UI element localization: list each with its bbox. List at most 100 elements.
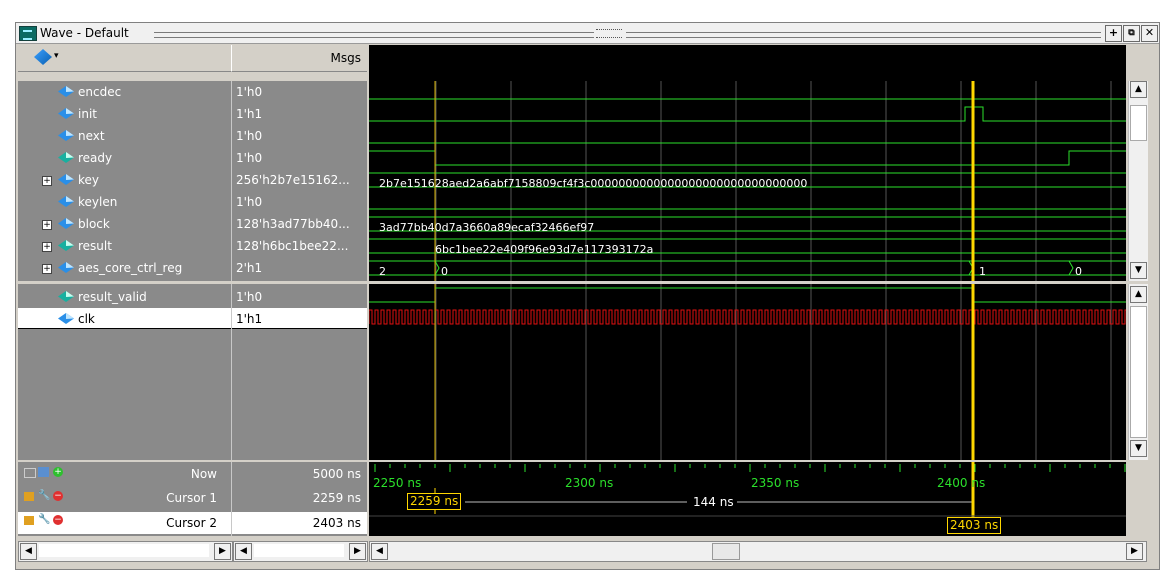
maximize-pane-icon[interactable]: + xyxy=(1105,25,1122,42)
bus-value-result: 6bc1bee22e409f96e93d7e117393172a xyxy=(435,243,654,256)
expand-icon[interactable]: + xyxy=(42,242,52,252)
waveform-canvas-lower[interactable] xyxy=(369,284,1126,460)
signal-value: 128'h6bc1bee22... xyxy=(236,239,349,253)
wave-window: Wave - Default + ⧉ ✕ ▾ Msgs encdec init … xyxy=(15,22,1160,570)
signal-value: 256'h2b7e15162... xyxy=(236,173,350,187)
drag-grip-right[interactable] xyxy=(626,32,1101,38)
ruler-canvas xyxy=(369,462,1126,518)
scroll-right-icon[interactable]: ▶ xyxy=(214,543,231,560)
scroll-thumb[interactable] xyxy=(712,543,740,560)
value-horizontal-scrollbar[interactable]: ◀ ▶ xyxy=(233,541,368,562)
bus-value-ctrl-c: 1 xyxy=(979,265,986,278)
signal-row-keylen[interactable]: keylen xyxy=(18,191,231,213)
signal-row-encdec[interactable]: encdec xyxy=(18,81,231,103)
scroll-thumb[interactable] xyxy=(1130,105,1147,141)
expand-icon[interactable]: + xyxy=(42,176,52,186)
scroll-up-icon[interactable]: ▲ xyxy=(1130,81,1147,98)
chevron-down-icon[interactable]: ▾ xyxy=(54,51,59,61)
signal-row-aes-core-ctrl-reg[interactable]: + aes_core_ctrl_reg xyxy=(18,257,231,279)
cursor1-label[interactable]: Cursor 1 xyxy=(166,491,217,505)
wrench-icon[interactable]: 🔧 xyxy=(38,515,50,525)
cursor1-value: 2259 ns xyxy=(312,491,361,505)
ruler-tick-label: 2400 ns xyxy=(937,476,986,490)
scroll-left-icon[interactable]: ◀ xyxy=(235,543,252,560)
close-icon[interactable]: ✕ xyxy=(1141,25,1158,42)
signal-diamond-icon xyxy=(58,262,74,273)
ruler-spacer xyxy=(1128,462,1147,536)
signal-row-ready[interactable]: ready xyxy=(18,147,231,169)
scroll-track[interactable] xyxy=(39,544,209,557)
waveform-pane-upper[interactable]: 2b7e151628aed2a6abf7158809cf4f3c00000000… xyxy=(369,81,1126,281)
cursor2-value: 2403 ns xyxy=(312,516,361,530)
lock-icon[interactable] xyxy=(24,492,34,501)
scroll-up-icon[interactable]: ▲ xyxy=(1130,286,1147,303)
bus-value-block: 3ad77bb40d7a3660a89ecaf32466ef97 xyxy=(379,221,595,234)
scroll-right-icon[interactable]: ▶ xyxy=(1126,543,1143,560)
ruler-tick-label: 2350 ns xyxy=(751,476,800,490)
scroll-track[interactable] xyxy=(254,544,344,557)
signal-diamond-icon xyxy=(58,130,74,141)
signal-diamond-icon xyxy=(58,108,74,119)
wave-icon[interactable] xyxy=(24,468,36,478)
signal-output-icon xyxy=(58,152,74,163)
time-ruler-pane[interactable]: 2250 ns 2300 ns 2350 ns 2400 ns 144 ns 2… xyxy=(369,462,1126,536)
drag-grip[interactable] xyxy=(154,32,594,38)
name-horizontal-scrollbar[interactable]: ◀ ▶ xyxy=(18,541,233,562)
signal-row-key[interactable]: + key xyxy=(18,169,231,191)
bus-value-key: 2b7e151628aed2a6abf7158809cf4f3c00000000… xyxy=(379,177,808,190)
signal-row-init[interactable]: init xyxy=(18,103,231,125)
scroll-right-icon[interactable]: ▶ xyxy=(349,543,366,560)
grid-icon[interactable] xyxy=(38,467,49,477)
signal-list-upper: encdec init next ready + key keylen + bl… xyxy=(18,81,231,281)
upper-vertical-scrollbar[interactable]: ▲ ▼ xyxy=(1128,81,1148,281)
wave-horizontal-scrollbar[interactable]: ◀ ▶ xyxy=(369,541,1147,562)
cursor1-tag[interactable]: 2259 ns xyxy=(407,493,462,510)
scroll-down-icon[interactable]: ▼ xyxy=(1130,262,1147,279)
name-header: ▾ xyxy=(18,45,231,72)
wrench-icon[interactable]: 🔧 xyxy=(38,491,50,501)
signal-row-result-valid[interactable]: result_valid xyxy=(18,286,231,308)
signal-value: 128'h3ad77bb40... xyxy=(236,217,350,231)
signal-tool-icon[interactable] xyxy=(34,49,52,65)
now-icons: + xyxy=(24,466,68,480)
undock-icon[interactable]: ⧉ xyxy=(1123,25,1140,42)
expand-icon[interactable]: + xyxy=(42,264,52,274)
signal-value: 1'h0 xyxy=(236,195,263,209)
scroll-left-icon[interactable]: ◀ xyxy=(371,543,388,560)
ruler-tick-label: 2300 ns xyxy=(565,476,614,490)
remove-cursor-icon[interactable]: − xyxy=(53,515,63,525)
signal-row-clk[interactable]: clk xyxy=(18,308,231,329)
cursor-names-pane: + Now 🔧 − Cursor 1 🔧 − Cursor 2 xyxy=(18,462,231,536)
drag-handle-icon[interactable] xyxy=(596,29,622,38)
value-list-lower: 1'h0 1'h1 xyxy=(231,284,367,460)
lower-vertical-scrollbar[interactable]: ▲ ▼ xyxy=(1128,284,1148,460)
cursor2-tag[interactable]: 2403 ns xyxy=(947,517,1002,534)
lock-icon[interactable] xyxy=(24,516,34,525)
signal-row-result[interactable]: + result xyxy=(18,235,231,257)
remove-cursor-icon[interactable]: − xyxy=(53,491,63,501)
wave-header xyxy=(369,45,1126,83)
signal-row-block[interactable]: + block xyxy=(18,213,231,235)
waveform-pane-lower[interactable] xyxy=(369,284,1126,460)
bus-value-ctrl-a: 2 xyxy=(379,265,386,278)
signal-diamond-icon xyxy=(58,174,74,185)
value-list-upper: 1'h0 1'h1 1'h0 1'h0 256'h2b7e15162... 1'… xyxy=(231,81,367,281)
bus-value-ctrl-d: 0 xyxy=(1075,265,1082,278)
scroll-left-icon[interactable]: ◀ xyxy=(20,543,37,560)
cursor1-icons: 🔧 − xyxy=(24,490,68,504)
wave-window-icon xyxy=(19,26,37,41)
add-cursor-icon[interactable]: + xyxy=(53,467,63,477)
scroll-down-icon[interactable]: ▼ xyxy=(1130,440,1147,457)
cursor-values-pane: 5000 ns 2259 ns 2403 ns xyxy=(231,462,367,536)
title-bar[interactable]: Wave - Default + ⧉ ✕ xyxy=(16,23,1159,44)
scroll-thumb[interactable] xyxy=(1130,306,1147,438)
ruler-tick-label: 2250 ns xyxy=(373,476,422,490)
signal-value: 1'h1 xyxy=(232,308,367,329)
cursor2-label[interactable]: Cursor 2 xyxy=(166,516,217,530)
bus-value-ctrl-b: 0 xyxy=(441,265,448,278)
cursor2-row[interactable]: 🔧 − Cursor 2 xyxy=(18,512,231,534)
expand-icon[interactable]: + xyxy=(42,220,52,230)
signal-value: 1'h0 xyxy=(236,129,263,143)
signal-row-next[interactable]: next xyxy=(18,125,231,147)
signal-value: 1'h0 xyxy=(236,85,263,99)
